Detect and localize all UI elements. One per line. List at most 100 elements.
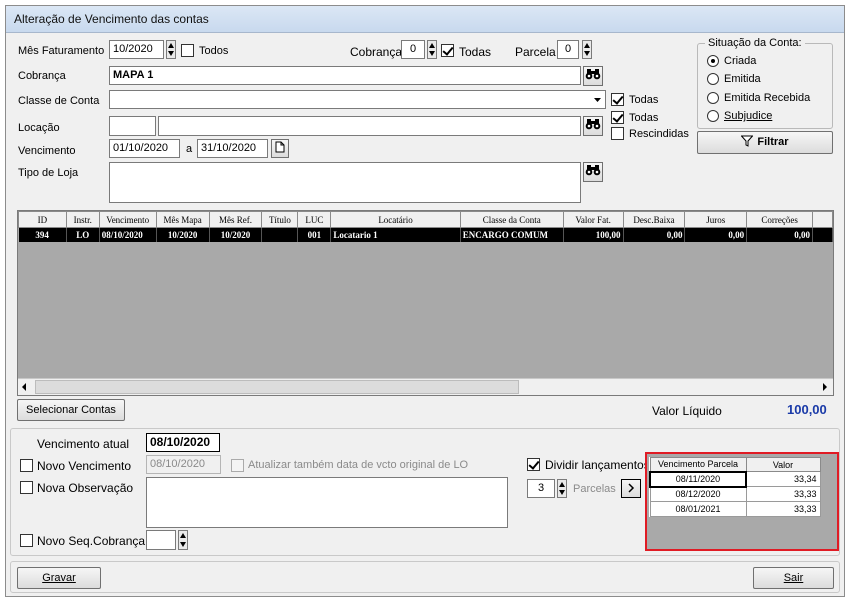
novo-seq-input[interactable] xyxy=(146,530,176,550)
parcelas-col-vencimento[interactable]: Vencimento Parcela xyxy=(649,457,747,472)
mes-faturamento-input[interactable]: 10/2020 xyxy=(109,40,164,59)
filtrar-button[interactable]: Filtrar xyxy=(697,131,833,154)
col-header-vencimento[interactable]: Vencimento xyxy=(98,211,157,228)
locacao-label: Locação xyxy=(18,122,60,134)
parcelas-label: Parcelas xyxy=(573,483,616,495)
window-title: Alteração de Vencimento das contas xyxy=(6,6,844,33)
parcela-vencimento-cell[interactable]: 08/11/2020 xyxy=(649,470,747,488)
parcelas-col-valor[interactable]: Valor xyxy=(745,457,821,472)
table-row[interactable]: 08/12/2020 33,33 xyxy=(649,486,821,502)
cobranca-count-spinner[interactable] xyxy=(427,40,437,59)
novo-vencimento-input[interactable]: 08/10/2020 xyxy=(146,455,221,474)
parcelas-count-input[interactable]: 3 xyxy=(527,479,555,498)
nova-observacao-checkbox[interactable] xyxy=(20,481,33,494)
scroll-left-icon[interactable] xyxy=(20,382,28,395)
parcelas-header-row: Vencimento Parcela Valor xyxy=(649,457,821,472)
binoculars-icon xyxy=(585,69,601,80)
cobranca-count-input[interactable]: 0 xyxy=(401,40,425,59)
contas-grid[interactable]: ID Instr. Vencimento Mês Mapa Mês Ref. T… xyxy=(17,210,834,396)
locacao-code-input[interactable] xyxy=(109,116,156,136)
novo-vencimento-label: Novo Vencimento xyxy=(37,459,132,473)
sair-label: Sair xyxy=(783,572,804,584)
grid-horizontal-scrollbar[interactable] xyxy=(18,378,833,395)
col-header-valor-fat[interactable]: Valor Fat. xyxy=(562,211,624,228)
nova-observacao-label: Nova Observação xyxy=(37,481,134,495)
parcela-valor-cell[interactable]: 33,33 xyxy=(745,486,821,502)
mes-faturamento-spinner[interactable] xyxy=(166,40,176,59)
radio-criada[interactable] xyxy=(707,55,719,67)
col-header-luc[interactable]: LUC xyxy=(297,211,332,228)
classe-todas-checkbox[interactable] xyxy=(611,93,624,106)
col-header-juros[interactable]: Juros xyxy=(684,211,748,228)
table-row[interactable]: 394 LO 08/10/2020 10/2020 10/2020 001 Lo… xyxy=(18,227,833,242)
parcela-valor-cell[interactable]: 33,34 xyxy=(745,471,821,487)
chevron-down-icon[interactable] xyxy=(590,91,605,108)
valor-liquido-label: Valor Líquido xyxy=(652,404,722,418)
parcelas-grid[interactable]: Vencimento Parcela Valor 08/11/2020 33,3… xyxy=(645,452,839,551)
col-header-titulo[interactable]: Título xyxy=(261,211,299,228)
scroll-right-icon[interactable] xyxy=(821,382,829,395)
cell-titulo xyxy=(261,227,299,242)
locacao-name-input[interactable] xyxy=(158,116,581,136)
parcela-vencimento-cell[interactable]: 08/01/2021 xyxy=(649,501,747,517)
scroll-thumb[interactable] xyxy=(35,380,519,394)
novo-seq-checkbox[interactable] xyxy=(20,534,33,547)
sair-button[interactable]: Sair xyxy=(753,567,834,589)
nova-observacao-input[interactable] xyxy=(146,477,508,528)
cobranca-input[interactable]: MAPA 1 xyxy=(109,66,581,85)
binoculars-icon xyxy=(585,165,601,176)
locacao-todas-checkbox[interactable] xyxy=(611,111,624,124)
col-header-locatario[interactable]: Locatário xyxy=(330,211,461,228)
parcelas-count-spinner[interactable] xyxy=(557,479,567,498)
cell-classe: ENCARGO COMUM xyxy=(460,227,564,242)
funnel-icon xyxy=(740,135,755,147)
col-header-extra xyxy=(812,211,833,228)
col-header-classe[interactable]: Classe da Conta xyxy=(459,211,564,228)
cell-locatario: Locatario 1 xyxy=(330,227,461,242)
cobranca-label: Cobrança xyxy=(18,70,66,82)
calendar-button[interactable] xyxy=(271,139,289,158)
vencimento-to-input[interactable]: 31/10/2020 xyxy=(197,139,268,158)
todos-checkbox[interactable] xyxy=(181,44,194,57)
cell-vencimento: 08/10/2020 xyxy=(99,227,157,242)
radio-emitida-label: Emitida xyxy=(724,73,761,85)
vencimento-atual-label: Vencimento atual xyxy=(37,437,130,451)
gravar-button[interactable]: Gravar xyxy=(17,567,101,589)
radio-emitida-recebida[interactable] xyxy=(707,92,719,104)
atualizar-checkbox[interactable] xyxy=(231,459,244,472)
radio-emitida[interactable] xyxy=(707,73,719,85)
parcela-valor-cell[interactable]: 33,33 xyxy=(745,501,821,517)
gerar-parcelas-button[interactable] xyxy=(621,479,641,498)
dividir-checkbox[interactable] xyxy=(527,458,540,471)
classe-select[interactable] xyxy=(109,90,606,109)
col-header-id[interactable]: ID xyxy=(18,211,67,228)
rescindidas-checkbox[interactable] xyxy=(611,127,624,140)
tipo-loja-input[interactable] xyxy=(109,162,581,203)
table-row[interactable]: 08/01/2021 33,33 xyxy=(649,501,821,517)
parcela-spinner[interactable] xyxy=(582,40,592,59)
parcela-vencimento-cell[interactable]: 08/12/2020 xyxy=(649,486,747,502)
novo-seq-spinner[interactable] xyxy=(178,530,188,550)
tipo-loja-search-button[interactable] xyxy=(583,162,603,182)
cobranca-todas-checkbox[interactable] xyxy=(441,44,454,57)
radio-subjudice[interactable] xyxy=(707,110,719,122)
col-header-mes-ref[interactable]: Mês Ref. xyxy=(208,211,263,228)
col-header-desc-baixa[interactable]: Desc.Baixa xyxy=(622,211,686,228)
cell-extra xyxy=(812,227,833,242)
cell-luc: 001 xyxy=(297,227,332,242)
col-header-instr[interactable]: Instr. xyxy=(65,211,100,228)
locacao-search-button[interactable] xyxy=(583,116,603,136)
col-header-mes-mapa[interactable]: Mês Mapa xyxy=(155,211,210,228)
vencimento-from-input[interactable]: 01/10/2020 xyxy=(109,139,180,158)
selecionar-contas-button[interactable]: Selecionar Contas xyxy=(17,399,125,421)
table-row[interactable]: 08/11/2020 33,34 xyxy=(649,470,821,488)
radio-emitida-recebida-label: Emitida Recebida xyxy=(724,92,811,104)
cell-desc-baixa: 0,00 xyxy=(623,227,686,242)
cell-correcoes: 0,00 xyxy=(746,227,813,242)
cobranca-search-button[interactable] xyxy=(583,66,603,86)
col-header-correcoes[interactable]: Correções xyxy=(746,211,813,228)
novo-vencimento-checkbox[interactable] xyxy=(20,459,33,472)
parcela-input[interactable]: 0 xyxy=(557,40,579,59)
grid-header-row: ID Instr. Vencimento Mês Mapa Mês Ref. T… xyxy=(18,211,833,228)
cell-valor-fat: 100,00 xyxy=(563,227,624,242)
